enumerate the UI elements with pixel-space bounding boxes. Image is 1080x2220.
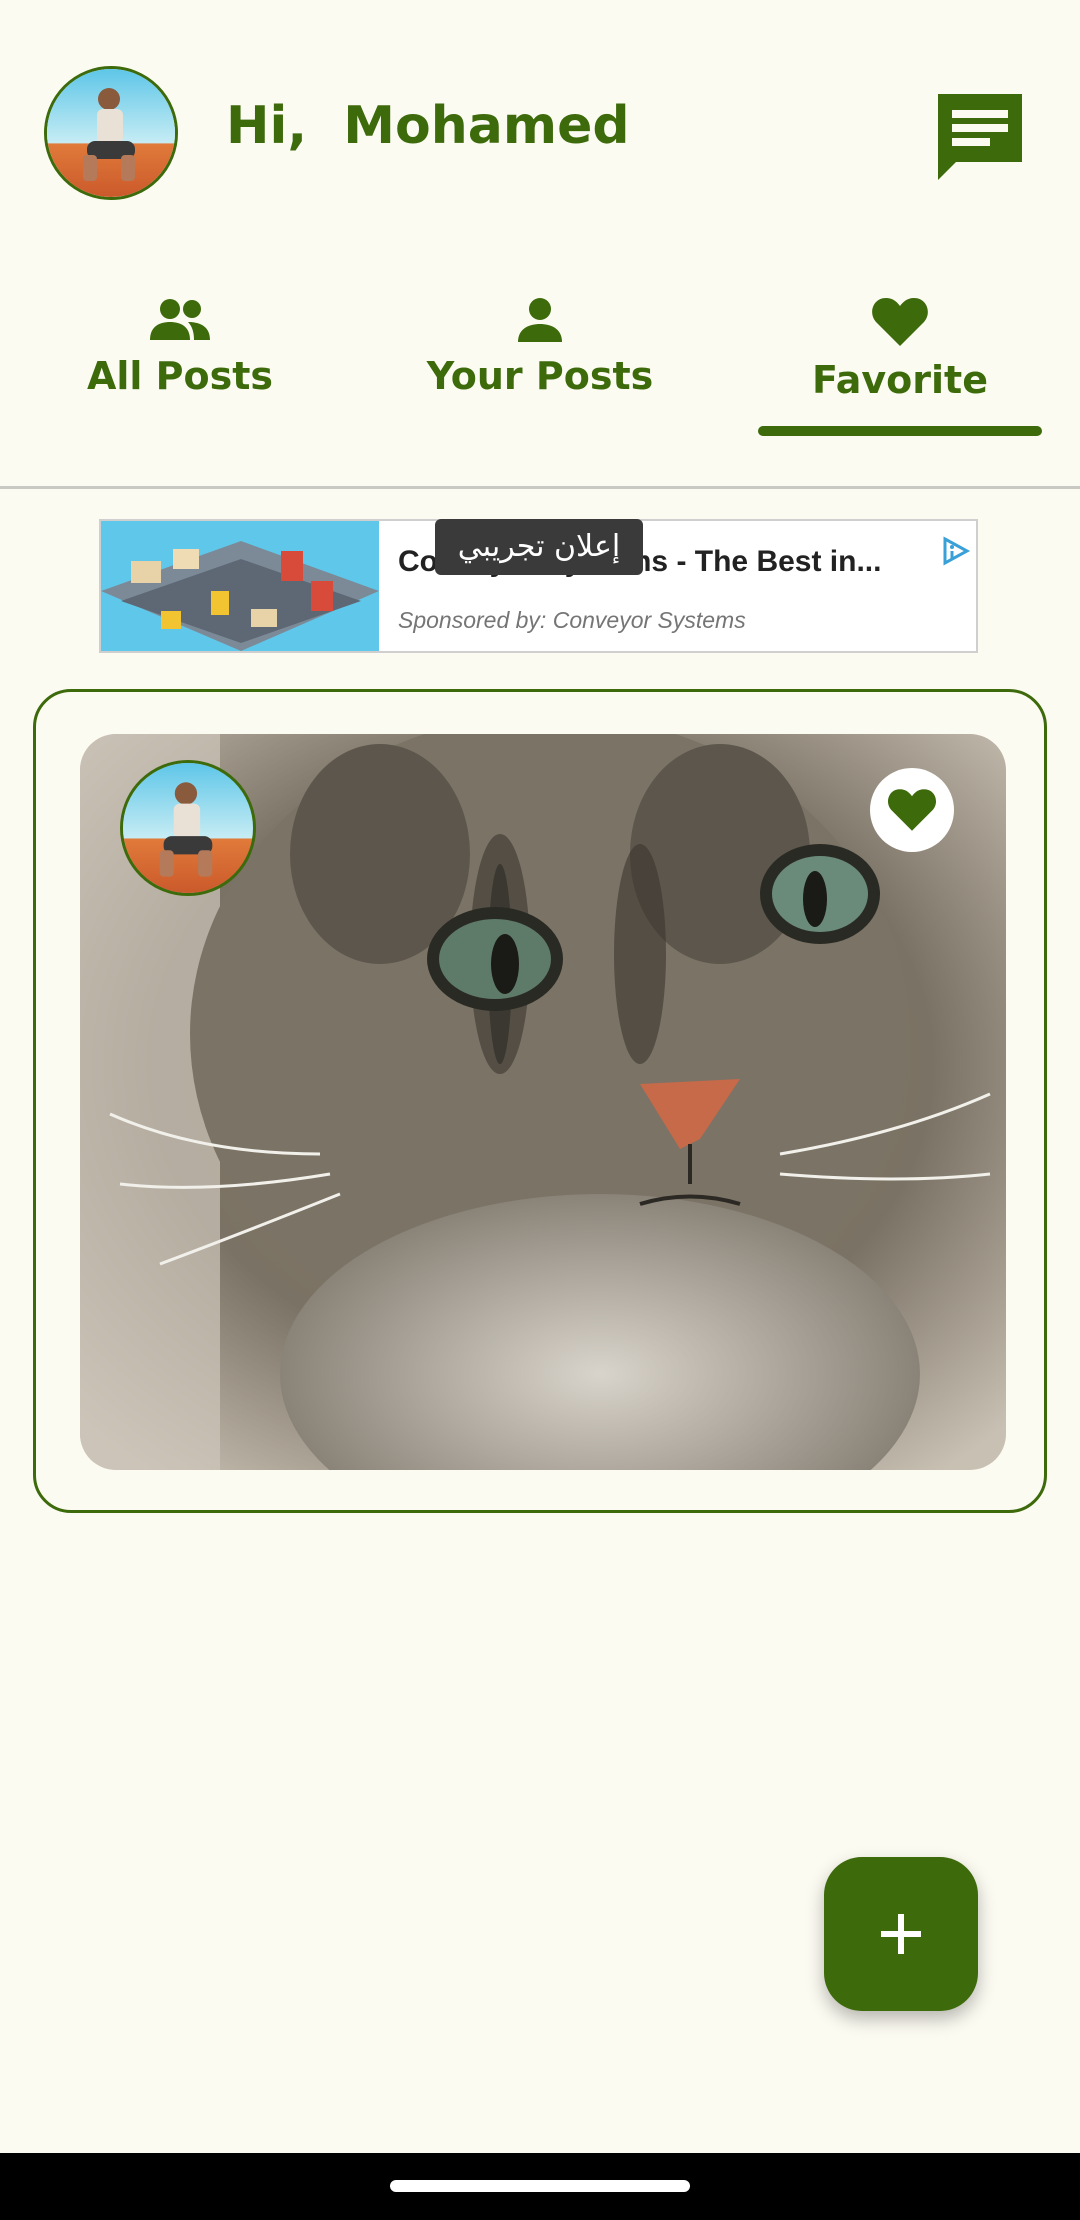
tab-favorite[interactable]: Favorite xyxy=(750,280,1050,440)
tab-label: Favorite xyxy=(812,358,988,402)
tab-bar: All Posts Your Posts Favorite xyxy=(0,280,1080,490)
tab-your-posts[interactable]: Your Posts xyxy=(390,280,690,440)
tab-all-posts[interactable]: All Posts xyxy=(30,280,330,440)
greeting-text: Hi, Mohamed xyxy=(226,96,630,156)
tab-label: All Posts xyxy=(86,354,274,398)
chat-message-icon[interactable] xyxy=(932,88,1028,184)
person-icon xyxy=(518,298,562,342)
home-gesture-bar[interactable] xyxy=(390,2180,690,2192)
test-ad-badge: إعلان تجريبي xyxy=(435,519,643,575)
plus-icon xyxy=(881,1914,921,1954)
ad-sponsor-text: Sponsored by: Conveyor Systems xyxy=(398,607,746,633)
tab-label: Your Posts xyxy=(426,354,654,398)
favorite-button[interactable] xyxy=(870,768,954,852)
adchoices-icon[interactable] xyxy=(939,535,971,567)
heart-icon xyxy=(887,789,937,831)
app-header: Hi, Mohamed xyxy=(0,0,1080,250)
ad-thumbnail-image xyxy=(101,521,379,651)
group-icon xyxy=(150,299,210,340)
heart-icon xyxy=(872,298,928,346)
add-post-button[interactable] xyxy=(824,1857,978,2011)
divider xyxy=(0,486,1080,489)
user-avatar[interactable] xyxy=(44,66,178,200)
selected-tab-indicator xyxy=(758,426,1042,436)
post-author-avatar[interactable] xyxy=(120,760,256,896)
